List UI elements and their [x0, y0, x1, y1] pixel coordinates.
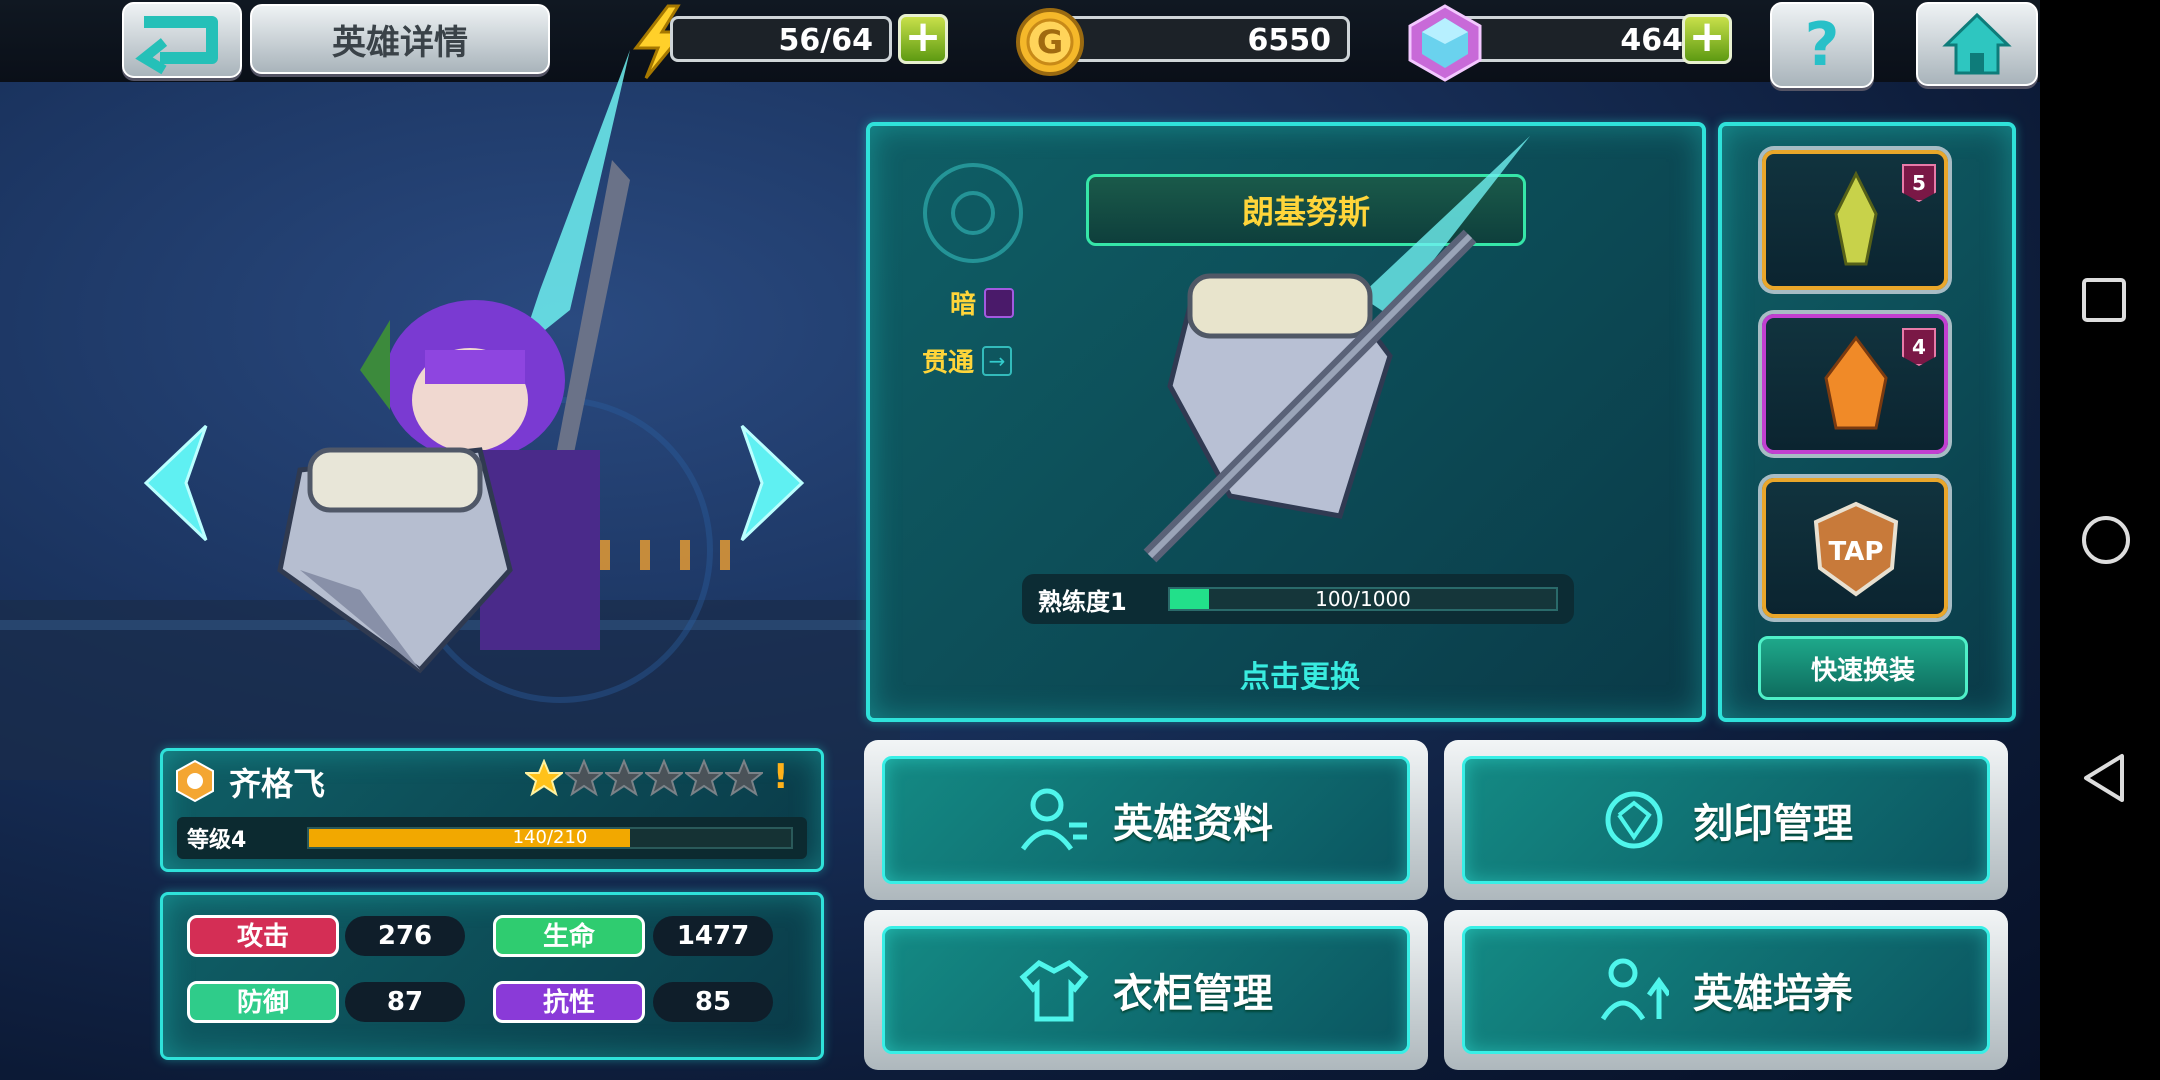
resist-value: 85	[653, 982, 773, 1022]
engrave-label: 刻印管理	[1693, 801, 1853, 847]
equip-slot-3[interactable]: TAP	[1762, 478, 1948, 618]
profile-icon	[1020, 788, 1087, 851]
tap-badge-icon: TAP	[1813, 501, 1899, 597]
equipment-panel: 5 4 TAP 快速换装	[1718, 122, 2016, 722]
star-empty-icon	[565, 759, 603, 797]
back-system-icon[interactable]	[2080, 752, 2128, 804]
hp-label: 生命	[493, 915, 645, 957]
proficiency-value: 100/1000	[1315, 587, 1411, 611]
question-icon: ?	[1804, 10, 1840, 80]
hero-character-art	[277, 50, 630, 674]
train-button[interactable]: 英雄培养	[1444, 910, 2008, 1070]
exp-bar: 140/210	[307, 827, 793, 849]
attack-label: 攻击	[187, 915, 339, 957]
svg-text:TAP: TAP	[1829, 537, 1884, 567]
back-button[interactable]	[122, 2, 242, 78]
shirt-icon	[1019, 959, 1089, 1022]
hero-info-panel: 齐格飞 ! 等级4 140/210	[160, 748, 824, 872]
level-row: 等级4 140/210	[177, 817, 807, 859]
equip-slot-1[interactable]: 5	[1762, 150, 1948, 290]
gold-counter: 6550	[1060, 16, 1350, 62]
gold-coin-icon: G	[1016, 8, 1084, 76]
star-rating	[525, 759, 763, 797]
star-filled-icon	[525, 759, 563, 797]
hero-name: 齐格飞	[229, 765, 326, 803]
home-icon	[1942, 12, 2012, 75]
defense-value: 87	[345, 982, 465, 1022]
recent-apps-icon[interactable]	[2080, 276, 2128, 324]
game-screen: 英雄详情 56/64 + 6550 G 464 + ? 朗基努斯 暗 贯通 → …	[0, 0, 2040, 1080]
star-empty-icon	[685, 759, 723, 797]
wardrobe-label: 衣柜管理	[1113, 971, 1273, 1017]
wardrobe-button[interactable]: 衣柜管理	[864, 910, 1428, 1070]
trait-tag: 贯通 →	[922, 342, 1013, 379]
engrave-icon	[1605, 791, 1663, 849]
proficiency-bar: 100/1000	[1168, 587, 1558, 611]
add-energy-button[interactable]: +	[898, 14, 948, 64]
pierce-icon: →	[982, 345, 1013, 376]
next-hero-arrow-icon[interactable]	[732, 418, 812, 548]
element-tag: 暗	[950, 284, 1015, 321]
svg-text:G: G	[1037, 23, 1063, 61]
help-button[interactable]: ?	[1770, 2, 1874, 88]
resist-label: 抗性	[493, 981, 645, 1023]
target-reticle-icon	[923, 163, 1023, 263]
train-label: 英雄培养	[1693, 971, 1853, 1017]
home-system-icon[interactable]	[2080, 514, 2132, 566]
stats-panel: 攻击 276 生命 1477 防御 87 抗性 85	[160, 892, 824, 1060]
star-empty-icon	[605, 759, 643, 797]
dark-element-icon	[984, 287, 1015, 318]
weapon-art	[1143, 136, 1530, 563]
alert-icon[interactable]: !	[773, 757, 789, 797]
element-label: 暗	[950, 290, 977, 320]
change-weapon-button[interactable]: 点击更换	[1240, 652, 1360, 696]
star-empty-icon	[645, 759, 683, 797]
quick-equip-label: 快速换装	[1810, 655, 1915, 686]
level-label: 等级4	[187, 828, 247, 853]
back-arrow-icon	[135, 16, 218, 75]
profile-label: 英雄资料	[1113, 801, 1273, 847]
star-empty-icon	[725, 759, 763, 797]
train-icon	[1600, 958, 1669, 1021]
hero-class-icon	[176, 759, 214, 803]
energy-value: 56/64	[778, 23, 873, 58]
attack-value: 276	[345, 916, 465, 956]
system-nav-bar	[2040, 0, 2160, 1080]
exp-value: 140/210	[512, 827, 588, 848]
hero-profile-button[interactable]: 英雄资料	[864, 740, 1428, 900]
trait-label: 贯通	[922, 348, 975, 378]
equip-slot-2[interactable]: 4	[1762, 314, 1948, 454]
weapon-panel: 朗基努斯 暗 贯通 → 熟练度1 100/1000 点击更换	[866, 122, 1706, 722]
prev-hero-arrow-icon[interactable]	[136, 418, 216, 548]
proficiency-label: 熟练度1	[1038, 587, 1127, 616]
gem-value: 464	[1620, 23, 1683, 58]
home-button[interactable]	[1916, 2, 2038, 86]
hp-value: 1477	[653, 916, 773, 956]
quick-equip-button[interactable]: 快速换装	[1758, 636, 1968, 700]
gem-counter: 464	[1450, 16, 1702, 62]
gold-value: 6550	[1247, 23, 1332, 58]
proficiency-row: 熟练度1 100/1000	[1022, 574, 1574, 624]
add-gem-button[interactable]: +	[1682, 14, 1732, 64]
engrave-button[interactable]: 刻印管理	[1444, 740, 2008, 900]
defense-label: 防御	[187, 981, 339, 1023]
gem-icon	[1408, 4, 1482, 82]
